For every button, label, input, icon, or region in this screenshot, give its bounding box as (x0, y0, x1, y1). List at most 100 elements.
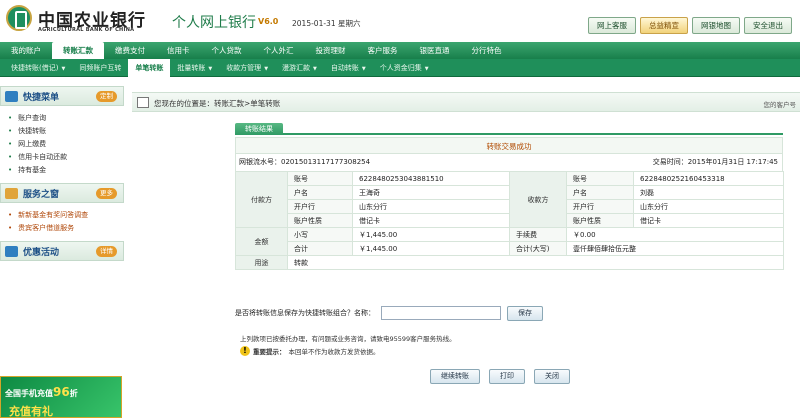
result-title: 转账交易成功 (235, 137, 783, 154)
sidebar-item-survey[interactable]: 新新基金有奖问答调查 (8, 209, 124, 222)
subnav-batch-transfer[interactable]: 批量转账 ▼ (170, 59, 219, 77)
payee-bank: 山东分行 (633, 199, 784, 214)
serial-info: 网银流水号：020150131171773082​54 (239, 154, 370, 171)
table-row: 合计 ￥1,445.00 合计(大写) 壹仟肆佰肆拾伍元整 (236, 241, 784, 256)
nav-forex[interactable]: 个人外汇 (253, 42, 305, 59)
quick-menu-header: 快捷菜单 定制 (0, 86, 124, 106)
purpose-value: 转款 (287, 255, 784, 270)
sidebar-item-funds[interactable]: 持有基金 (8, 164, 124, 177)
subnav-quick-transfer[interactable]: 快捷转账(借记) ▼ (4, 59, 72, 77)
service-icon (5, 187, 18, 199)
print-button[interactable]: 打印 (489, 369, 525, 384)
table-row: 用途 转款 (235, 255, 784, 270)
total-label: 合计 (287, 241, 353, 256)
nav-investment[interactable]: 投资理财 (305, 42, 357, 59)
payer-bank: 山东分行 (352, 199, 510, 214)
sub-nav: 快捷转账(借记) ▼ 同频账户互转 单笔转账 批量转账 ▼ 收款方管理 ▼ 漫游汇款 ▼… (0, 59, 800, 77)
payee-bank-label: 开户行 (566, 199, 634, 214)
nav-credit-card[interactable]: 信用卡 (156, 42, 201, 59)
sidebar-item-auto-repay[interactable]: 信用卡自动还款 (8, 151, 124, 164)
quick-transfer-name-input[interactable] (381, 306, 501, 320)
nav-customer-service[interactable]: 客户服务 (357, 42, 409, 59)
offers-title: 优惠活动 (23, 247, 60, 258)
breadcrumb-text: 您现在的位置是：转账汇款>单笔转账 (154, 99, 281, 108)
save-question: 是否将转账信息保存为快捷转账组合？名称： (235, 309, 375, 317)
online-service-button[interactable]: 网上客服 (588, 17, 636, 34)
site-map-button[interactable]: 网银地图 (692, 17, 740, 34)
nav-transfer[interactable]: 转账汇款 (52, 42, 104, 59)
payer-account: 6228480253043881510 (352, 171, 510, 186)
tab-transfer-result[interactable]: 转账结果 (235, 123, 283, 135)
promo-button[interactable]: 总益精宣 (640, 17, 688, 34)
offers-detail-button[interactable]: 详情 (96, 245, 117, 257)
total-upper-amount: 壹仟肆佰肆拾伍元整 (566, 241, 784, 256)
caret-down-icon: ▼ (208, 66, 213, 72)
abc-logo-icon (6, 5, 32, 31)
transaction-time: 2015年01月31日 17:17:45 (687, 158, 778, 166)
transfer-detail-table: 付款方 账号 6228480253043881510 收款方 账号 622848… (235, 171, 784, 270)
important-text: 本回单不作为收款方发货依据。 (288, 348, 380, 356)
subnav-same-account[interactable]: 同频账户互转 (72, 59, 128, 77)
important-label: 重要提示： (253, 348, 286, 356)
main-nav: 我的账户 转账汇款 缴费支付 信用卡 个人贷款 个人外汇 投资理财 客户服务 银… (0, 42, 800, 59)
serial-label: 网银流水号： (239, 158, 281, 166)
payer-account-label: 账号 (287, 171, 353, 186)
transfer-result-panel: 转账交易成功 网银流水号：020150131171773082​54 交易时间：… (235, 137, 784, 270)
quick-menu-icon (5, 90, 18, 102)
small-amount-label: 小写 (287, 227, 353, 242)
subnav-label: 漫游汇款 (282, 64, 311, 72)
bank-name-en: AGRICULTURAL BANK OF CHINA (38, 27, 135, 33)
action-buttons: 继续转账 打印 关闭 (430, 369, 570, 384)
logout-button[interactable]: 安全退出 (744, 17, 792, 34)
warning-icon: ! (240, 346, 250, 356)
sidebar-item-account-query[interactable]: 账户查询 (8, 112, 124, 125)
caret-down-icon: ▼ (361, 66, 366, 72)
caret-down-icon: ▼ (313, 66, 317, 72)
save-button[interactable]: 保存 (507, 305, 543, 321)
small-amount: ￥1,445.00 (352, 227, 510, 242)
subnav-label: 同频账户互转 (79, 64, 122, 72)
payee-type-label: 账户性质 (566, 213, 634, 228)
service-list: 新新基金有奖问答调查 贵宾客户借道服务 (0, 203, 124, 241)
nav-branch[interactable]: 分行特色 (461, 42, 513, 59)
nav-hospital[interactable]: 银医直通 (409, 42, 461, 59)
subnav-auto-transfer[interactable]: 自动转账 ▼ (324, 59, 373, 77)
system-version: V6.0 (258, 17, 279, 26)
caret-down-icon: ▼ (424, 66, 429, 72)
sidebar-item-online-payment[interactable]: 网上缴费 (8, 138, 124, 151)
subnav-label: 自动转账 (330, 64, 359, 72)
promo-suffix: 折 (69, 389, 78, 398)
customize-button[interactable]: 定制 (96, 90, 117, 102)
subnav-payee-manage[interactable]: 收款方管理 ▼ (219, 59, 275, 77)
serial-number: 020150131171773082​54 (281, 158, 371, 166)
subnav-roaming[interactable]: 漫游汇款 ▼ (275, 59, 324, 77)
payee-account: 6228480252160453318 (633, 171, 784, 186)
offers-header: 优惠活动 详情 (0, 241, 124, 261)
nav-loan[interactable]: 个人贷款 (201, 42, 253, 59)
header: 中国农业银行 AGRICULTURAL BANK OF CHINA 个人网上银行… (0, 0, 800, 42)
total-amount: ￥1,445.00 (352, 241, 510, 256)
sidebar-item-quick-transfer[interactable]: 快捷转账 (8, 125, 124, 138)
customer-number-label: 您的客户号 (763, 101, 797, 109)
service-more-button[interactable]: 更多 (96, 187, 117, 199)
subnav-single-transfer[interactable]: 单笔转账 (128, 59, 171, 77)
result-tabbar: 转账结果 (235, 123, 783, 135)
offers-icon (5, 245, 18, 257)
sidebar-item-vip[interactable]: 贵宾客户借道服务 (8, 222, 124, 235)
continue-transfer-button[interactable]: 继续转账 (430, 369, 480, 384)
close-button[interactable]: 关闭 (534, 369, 570, 384)
payee-name-label: 户名 (566, 185, 634, 200)
nav-payment[interactable]: 缴费支付 (104, 42, 156, 59)
payee-account-label: 账号 (566, 171, 634, 186)
nav-my-account[interactable]: 我的账户 (0, 42, 52, 59)
payer-type: 借记卡 (352, 213, 510, 228)
payee-type: 借记卡 (633, 213, 784, 228)
purpose-label: 用途 (235, 255, 288, 270)
payer-label: 付款方 (235, 171, 288, 228)
system-title: 个人网上银行 (172, 15, 256, 31)
promo-banner[interactable]: 全国手机充值96折 充值有礼 (0, 376, 122, 418)
subnav-fund-collect[interactable]: 个人资金归集 ▼ (373, 59, 436, 77)
payer-type-label: 账户性质 (287, 213, 353, 228)
top-buttons: 网上客服 总益精宣 网银地图 安全退出 (588, 17, 792, 34)
fee-amount: ￥0.00 (566, 227, 784, 242)
